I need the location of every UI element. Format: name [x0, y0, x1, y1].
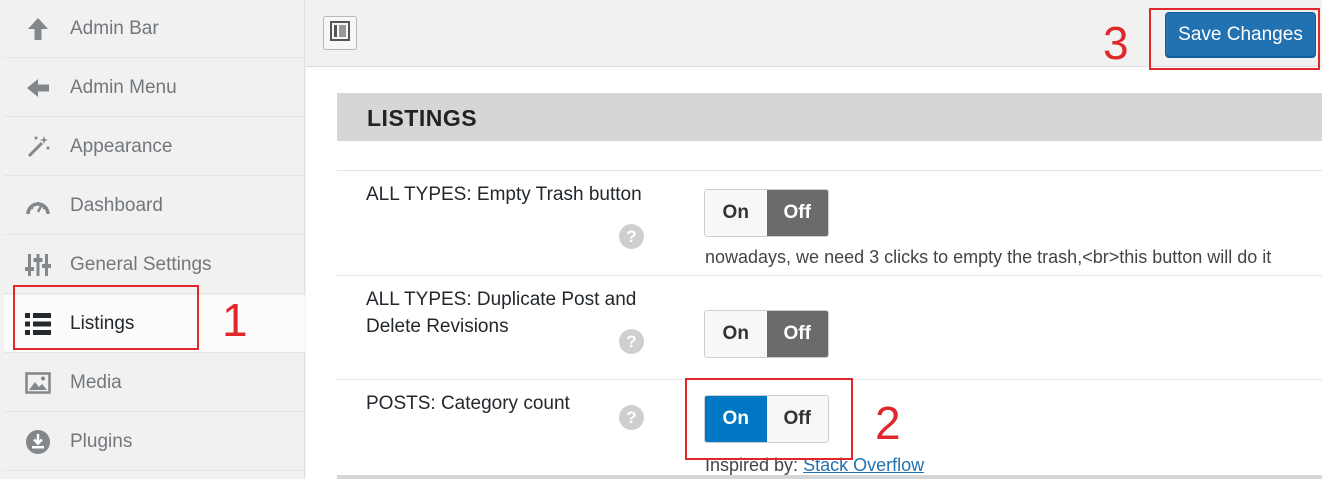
toggle-on-option[interactable]: On [705, 311, 767, 357]
empty-trash-toggle: On Off [704, 189, 829, 237]
sidebar-item-label: General Settings [70, 253, 212, 275]
sidebar-item-label: Dashboard [70, 194, 163, 216]
dashboard-gauge-icon [24, 192, 52, 220]
image-icon [24, 369, 52, 397]
sidebar-item-label: Plugins [70, 430, 133, 452]
toggle-off-option[interactable]: Off [766, 311, 828, 357]
stack-overflow-link[interactable]: Stack Overflow [803, 455, 924, 475]
top-toolbar: Save Changes [306, 0, 1322, 67]
settings-content: LISTINGS ALL TYPES: Empty Trash button ?… [306, 67, 1322, 479]
description-prefix: Inspired by: [705, 455, 804, 475]
magic-wand-icon [24, 133, 52, 161]
duplicate-post-toggle: On Off [704, 310, 829, 358]
option-description: nowadays, we need 3 clicks to empty the … [705, 247, 1272, 267]
sliders-icon [24, 251, 52, 279]
annotation-number-3: 3 [1103, 17, 1129, 69]
sidebar-item-label: Admin Bar [70, 17, 159, 39]
section-bottom-divider [337, 475, 1322, 479]
layout-icon [330, 20, 350, 46]
help-icon[interactable]: ? [619, 329, 644, 354]
sidebar-item-dashboard[interactable]: Dashboard [4, 177, 305, 235]
option-row: ALL TYPES: Empty Trash button ? On Off n… [337, 170, 1322, 275]
help-icon[interactable]: ? [619, 405, 644, 430]
annotation-number-1: 1 [222, 294, 248, 346]
option-row: ALL TYPES: Duplicate Post and Delete Rev… [337, 275, 1322, 379]
toggle-off-option[interactable]: Off [766, 396, 828, 442]
plugin-download-icon [24, 428, 52, 456]
option-title: ALL TYPES: Empty Trash button [366, 184, 642, 205]
arrow-up-icon [24, 15, 52, 43]
sidebar-item-appearance[interactable]: Appearance [4, 118, 305, 176]
layout-toggle-button[interactable] [323, 16, 357, 50]
section-header: LISTINGS [337, 93, 1322, 141]
section-title: LISTINGS [367, 105, 478, 131]
sidebar-item-admin-bar[interactable]: Admin Bar [4, 0, 305, 58]
toggle-off-option[interactable]: Off [766, 190, 828, 236]
list-icon [24, 310, 52, 338]
sidebar-item-media[interactable]: Media [4, 354, 305, 412]
sidebar-item-label: Appearance [70, 135, 173, 157]
category-count-toggle: On Off [704, 395, 829, 443]
option-row: POSTS: Category count ? On Off Inspired … [337, 379, 1322, 479]
sidebar-item-plugins[interactable]: Plugins [4, 413, 305, 471]
toggle-on-option[interactable]: On [705, 396, 767, 442]
sidebar-item-label: Listings [70, 312, 135, 334]
sidebar-item-admin-menu[interactable]: Admin Menu [4, 59, 305, 117]
sidebar-item-label: Media [70, 371, 122, 393]
toggle-on-option[interactable]: On [705, 190, 767, 236]
option-description: Inspired by: Stack Overflow [705, 455, 924, 476]
sidebar-item-general-settings[interactable]: General Settings [4, 236, 305, 294]
help-icon[interactable]: ? [619, 224, 644, 249]
save-changes-button[interactable]: Save Changes [1165, 12, 1316, 57]
arrow-left-icon [24, 74, 52, 102]
annotation-number-2: 2 [875, 397, 901, 449]
sidebar-item-listings[interactable]: Listings [4, 295, 305, 353]
settings-sidebar: Admin Bar Admin Menu Appearance Dashboar… [4, 0, 305, 479]
sidebar-item-label: Admin Menu [70, 76, 177, 98]
